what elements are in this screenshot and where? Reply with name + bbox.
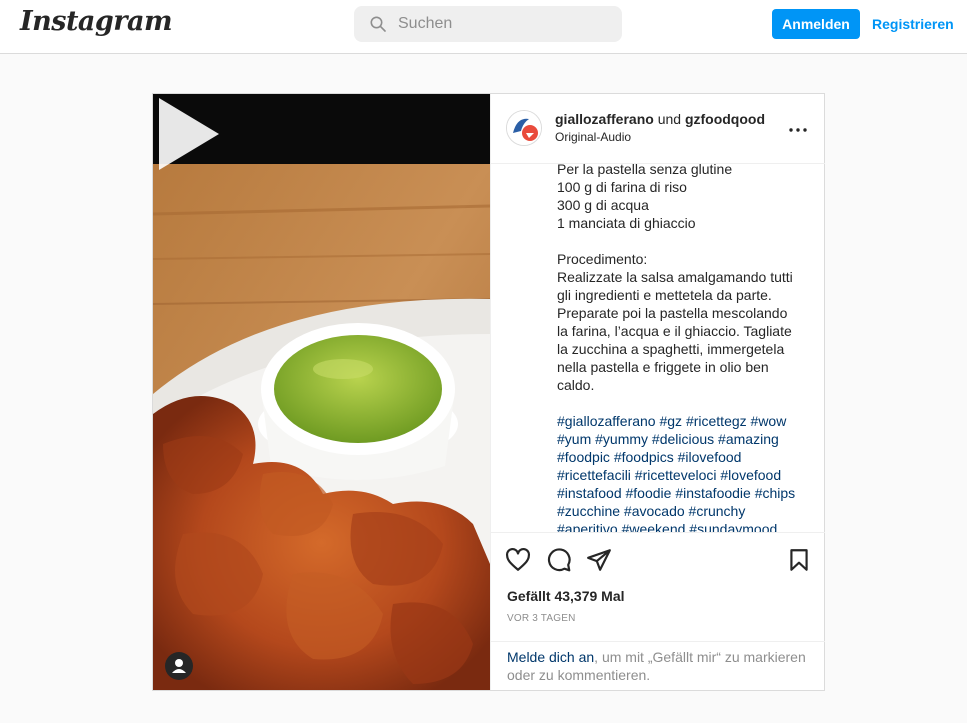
- hashtag-line[interactable]: #giallozafferano #gz #ricettegz #wow: [557, 412, 786, 430]
- more-icon[interactable]: [786, 118, 810, 142]
- hashtag-line[interactable]: #aperitivo #weekend #sundaymood: [557, 520, 777, 532]
- bookmark-icon[interactable]: [786, 547, 812, 573]
- register-link[interactable]: Registrieren: [872, 9, 954, 39]
- login-button[interactable]: Anmelden: [772, 9, 860, 39]
- caption-line: caldo.: [557, 377, 595, 393]
- caption-line: 100 g di farina di riso: [557, 179, 687, 195]
- caption-line: 1 manciata di ghiaccio: [557, 215, 696, 231]
- caption-line: Per la pastella senza glutine: [557, 164, 733, 177]
- share-icon[interactable]: [586, 547, 612, 573]
- hashtag-line[interactable]: #ricettefacili #ricetteveloci #lovefood: [557, 466, 781, 484]
- caption-line: 300 g di acqua: [557, 197, 649, 213]
- caption-line: Preparate poi la pastella mescolando: [557, 305, 788, 321]
- play-icon[interactable]: [153, 94, 223, 174]
- login-prompt: Melde dich an, um mit „Gefällt mir“ zu m…: [491, 641, 825, 690]
- author-connector: und: [657, 111, 682, 127]
- hashtag-line[interactable]: #zucchine #avocado #crunchy: [557, 502, 745, 520]
- caption-line: Procedimento:: [557, 251, 648, 267]
- video-frame: [153, 94, 490, 690]
- caption-line: Realizzate la salsa amalgamando tutti: [557, 269, 793, 285]
- caption-line: gli ingredienti e mettetela da parte.: [557, 287, 772, 303]
- post-card: giallozafferano und gzfoodqood Original-…: [152, 93, 825, 691]
- search-input[interactable]: [398, 6, 608, 42]
- user-tag-icon: [172, 659, 186, 673]
- instagram-logo[interactable]: Instagram: [20, 6, 173, 37]
- comment-icon[interactable]: [546, 547, 572, 573]
- like-count[interactable]: Gefällt 43,379 Mal: [507, 588, 625, 604]
- caption-scroll-area[interactable]: Per la pastella senza glutine 100 g di f…: [491, 164, 825, 532]
- post-actions: Gefällt 43,379 Mal VOR 3 TAGEN: [491, 532, 825, 640]
- hashtag-line[interactable]: #instafood #foodie #instafoodie #chips: [557, 484, 795, 502]
- caption-line: la zucchina a spaghetti, immergetela: [557, 341, 785, 357]
- search-icon: [370, 16, 386, 32]
- login-prompt-text: Melde dich an, um mit „Gefällt mir“ zu m…: [507, 648, 817, 684]
- post-timestamp[interactable]: VOR 3 TAGEN: [507, 613, 576, 624]
- post-sidebar: giallozafferano und gzfoodqood Original-…: [490, 94, 825, 690]
- heart-icon[interactable]: [505, 547, 531, 573]
- post-video[interactable]: [153, 94, 490, 690]
- hashtag-line[interactable]: #foodpic #foodpics #ilovefood: [557, 448, 741, 466]
- user-tag-button[interactable]: [165, 652, 193, 680]
- top-navigation-bar: Instagram Anmelden Registrieren: [0, 0, 967, 54]
- author-name[interactable]: giallozafferano: [555, 111, 654, 127]
- avatar[interactable]: [506, 110, 542, 146]
- caption-line: nella pastella e friggete in olio ben: [557, 359, 769, 375]
- coauthor-name[interactable]: gzfoodqood: [685, 111, 765, 127]
- post-header: giallozafferano und gzfoodqood Original-…: [491, 94, 825, 164]
- hashtag-line[interactable]: #yum #yummy #delicious #amazing: [557, 430, 779, 448]
- login-link[interactable]: Melde dich an: [507, 649, 594, 665]
- audio-label[interactable]: Original-Audio: [555, 130, 631, 144]
- caption-line: la farina, l’acqua e il ghiaccio. Taglia…: [557, 323, 792, 339]
- post-authors: giallozafferano und gzfoodqood: [555, 111, 765, 127]
- author-logo-icon: [507, 111, 541, 145]
- search-box[interactable]: [354, 6, 622, 42]
